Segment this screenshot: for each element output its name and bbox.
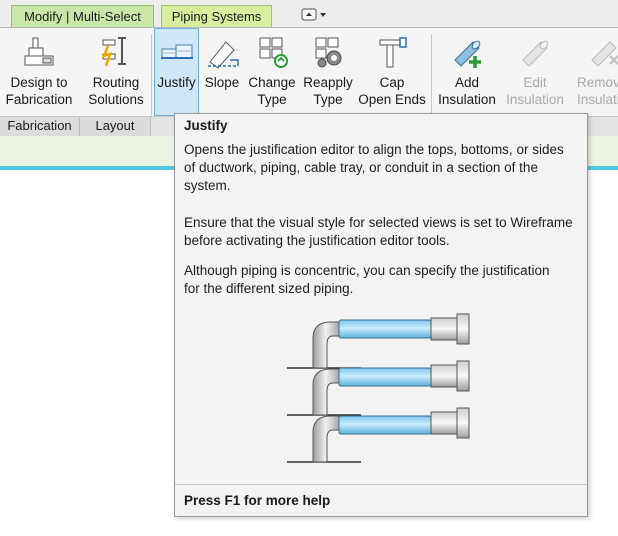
pipe-assembly-3 [287,407,470,463]
button-label-line2: Insulation [506,92,564,107]
design-to-fabrication-icon [24,37,54,66]
button-label-line1: Routing [92,75,140,90]
button-label-line1: Reapply [303,75,353,90]
button-label-line1: Change [248,75,296,90]
edit-insulation-icon [522,40,549,67]
button-label-line2: Type [313,92,343,107]
ribbon-panel: Design to Fabrication Routing Solutions … [0,28,618,116]
slope-icon [208,41,239,69]
justify-button[interactable]: Justify [154,28,199,116]
button-label-line1: Cap [379,75,405,90]
pipe-assembly-2 [287,360,470,416]
tooltip-description: Opens the justification editor to align … [184,141,584,195]
panel-separator [431,34,432,116]
dropdown-toggle-icon [301,8,326,21]
tooltip-note-wireframe: Ensure that the visual style for selecte… [184,214,584,250]
change-type-button[interactable]: Change Type [245,28,299,116]
panel-label-layout[interactable]: Layout [80,117,151,136]
button-label-line1: Justify [157,75,196,90]
tooltip-text-line: before activating the justification edit… [184,233,450,248]
button-label-line1: Edit [523,75,547,90]
add-insulation-icon [454,40,481,68]
tab-piping-systems[interactable]: Piping Systems [161,5,272,27]
button-label-line2: Solutions [88,92,144,107]
add-insulation-button[interactable]: Add Insulation [434,28,500,116]
button-label-line2: Fabrication [5,92,73,107]
justify-icon [160,44,193,59]
button-label-line1: Add [454,75,480,90]
tooltip-text-line: of ductwork, piping, cable tray, or cond… [184,160,538,175]
change-type-icon [259,37,288,68]
tooltip-title: Justify [184,118,228,133]
slope-button[interactable]: Slope [201,28,243,116]
routing-solutions-icon [101,37,126,67]
button-label-line1: Design to [10,75,68,90]
edit-insulation-button[interactable]: Edit Insulation [502,28,568,116]
cap-open-ends-icon [379,37,407,68]
button-label-line2: Open Ends [358,92,426,107]
ribbon-tab-strip: Modify | Multi-Select Piping Systems [0,0,618,28]
button-label-line2: Insulati [577,92,618,107]
pipe-assembly-1 [287,313,470,369]
button-label-line1: Slope [204,75,240,90]
button-label-line1: Remov [577,75,618,90]
tooltip-text-line: Ensure that the visual style for selecte… [184,215,573,230]
design-to-fabrication-button[interactable]: Design to Fabrication [2,28,76,116]
remove-insulation-icon [591,41,618,67]
remove-insulation-button[interactable]: Remov Insulati [570,28,618,116]
cap-open-ends-button[interactable]: Cap Open Ends [357,28,427,116]
tooltip-note-concentric: Although piping is concentric, you can s… [184,262,584,298]
routing-solutions-button[interactable]: Routing Solutions [82,28,150,116]
reapply-type-icon [315,37,342,68]
tooltip-text-line: for the different sized piping. [184,281,354,296]
justify-tooltip: Justify Opens the justification editor t… [174,113,588,517]
tab-modify-multi-select[interactable]: Modify | Multi-Select [11,5,154,27]
tooltip-text-line: system. [184,178,231,193]
ribbon-options-dropdown[interactable] [300,7,330,23]
panel-separator [151,34,152,116]
panel-label-fabrication[interactable]: Fabrication [0,117,80,136]
tooltip-divider [175,484,587,485]
reapply-type-button[interactable]: Reapply Type [301,28,355,116]
button-label-line2: Insulation [438,92,496,107]
tooltip-text-line: Opens the justification editor to align … [184,142,564,157]
tooltip-help-hint: Press F1 for more help [184,493,331,508]
tooltip-text-line: Although piping is concentric, you can s… [184,263,550,278]
button-label-line2: Type [257,92,287,107]
pipe-justification-illustration [287,313,470,463]
